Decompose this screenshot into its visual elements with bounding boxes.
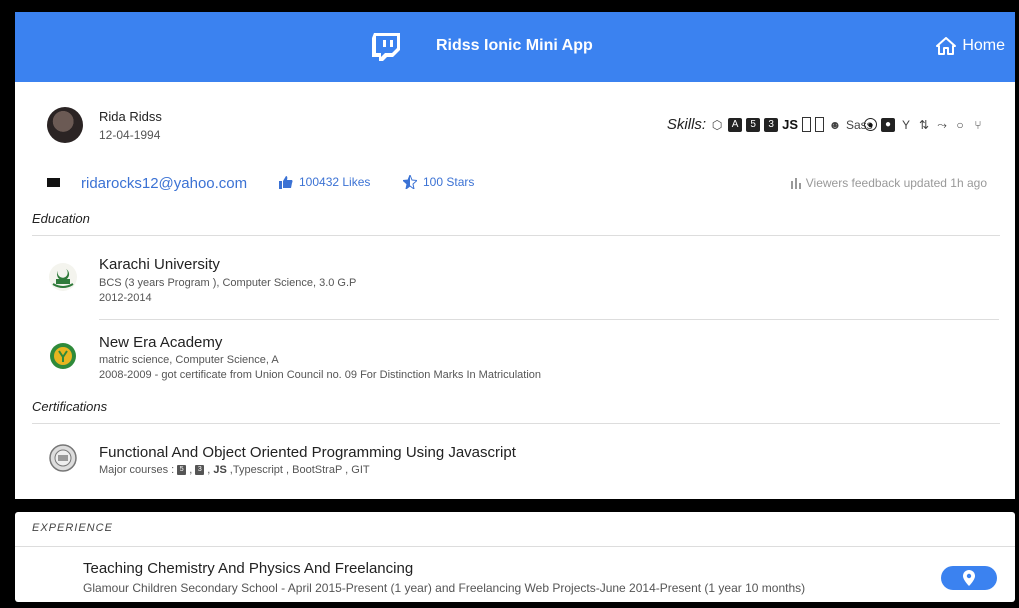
education-item-divider bbox=[99, 319, 999, 320]
courses-label: Major courses : bbox=[99, 464, 175, 476]
skills-label: Skills: bbox=[666, 116, 707, 133]
html5-icon: 5 bbox=[177, 465, 187, 475]
javascript-icon: JS bbox=[782, 116, 798, 132]
star-half-icon bbox=[403, 175, 417, 189]
stats-icon bbox=[790, 178, 801, 189]
angular-icon: A bbox=[728, 117, 743, 132]
certifications-title: Certifications bbox=[32, 399, 108, 414]
education-title: Education bbox=[32, 211, 90, 226]
academy-logo-icon bbox=[50, 343, 76, 369]
sass-icon: Sass bbox=[846, 117, 873, 132]
experience-item-detail: Glamour Children Secondary School - Apri… bbox=[83, 581, 806, 595]
home-button[interactable]: Home bbox=[936, 37, 1005, 55]
github-icon: ● bbox=[881, 117, 895, 132]
git-commit-icon: ○ bbox=[956, 117, 964, 132]
mobile-icon bbox=[802, 117, 811, 132]
experience-item-name: Teaching Chemistry And Physics And Freel… bbox=[83, 560, 414, 577]
feedback-label: Viewers feedback updated 1h ago bbox=[805, 176, 987, 190]
profile-name: Rida Ridss bbox=[99, 109, 162, 124]
git-merge-icon: ⤳ bbox=[937, 117, 947, 132]
profile-dob: 12-04-1994 bbox=[99, 128, 161, 142]
tablet-icon bbox=[815, 117, 824, 132]
git-network-icon: ⑂ bbox=[974, 117, 982, 132]
stars-button[interactable]: 100 Stars bbox=[403, 175, 474, 189]
avatar bbox=[47, 107, 83, 143]
app-title: Ridss Ionic Mini App bbox=[436, 37, 593, 54]
education-item-name: New Era Academy bbox=[99, 334, 223, 351]
contact-row: ridarocks12@yahoo.com 100432 Likes 100 S… bbox=[47, 174, 987, 196]
javascript-icon: JS bbox=[213, 464, 227, 476]
certifications-divider bbox=[32, 423, 1000, 424]
education-item-detail: matric science, Computer Science, A bbox=[99, 354, 279, 366]
likes-label: 100432 Likes bbox=[299, 175, 371, 189]
thumbs-up-icon bbox=[279, 176, 293, 189]
university-logo-icon bbox=[49, 263, 77, 291]
git-compare-icon: ⇅ bbox=[918, 117, 930, 132]
likes-button[interactable]: 100432 Likes bbox=[279, 175, 370, 189]
profile-card: Rida Ridss 12-04-1994 Skills: ⬡ A 5 3 JS ☻ Sas… bbox=[15, 82, 1015, 499]
location-button[interactable] bbox=[941, 566, 997, 590]
reddit-icon: ☻ bbox=[828, 117, 842, 132]
education-item-detail: BCS (3 years Program ), Computer Science… bbox=[99, 277, 357, 289]
home-icon bbox=[936, 37, 957, 55]
css3-icon: 3 bbox=[195, 465, 205, 475]
skills-list: Skills: ⬡ A 5 3 JS ☻ Sass ● ● Y ⇅ ⤳ ○ ⑂ bbox=[667, 116, 985, 133]
experience-divider bbox=[15, 546, 1015, 547]
location-pin-icon bbox=[963, 570, 975, 586]
education-item-years: 2008-2009 - got certificate from Union C… bbox=[99, 369, 542, 381]
courses-tail: ,Typescript , BootStraP , GIT bbox=[229, 464, 370, 476]
certificate-seal-icon bbox=[49, 444, 77, 472]
nodejs-icon: ⬡ bbox=[711, 117, 723, 132]
education-item-name: Karachi University bbox=[99, 256, 220, 273]
certification-item-name: Functional And Object Oriented Programmi… bbox=[99, 444, 516, 461]
email-link[interactable]: ridarocks12@yahoo.com bbox=[81, 175, 247, 192]
mail-icon bbox=[47, 178, 60, 187]
stars-label: 100 Stars bbox=[423, 175, 475, 189]
experience-title: EXPERIENCE bbox=[32, 522, 113, 534]
feedback-status: Viewers feedback updated 1h ago bbox=[790, 176, 987, 190]
ionic-icon: ● bbox=[864, 118, 877, 131]
app-header: Ridss Ionic Mini App Home bbox=[15, 12, 1015, 82]
twitch-icon bbox=[372, 33, 400, 61]
education-item-years: 2012-2014 bbox=[99, 292, 152, 304]
education-divider bbox=[32, 235, 1000, 236]
html5-icon: 5 bbox=[746, 117, 761, 132]
css3-icon: 3 bbox=[764, 117, 779, 132]
experience-card: EXPERIENCE Teaching Chemistry And Physic… bbox=[15, 512, 1015, 602]
home-label: Home bbox=[962, 37, 1005, 54]
git-branch-icon: Y bbox=[901, 117, 910, 132]
certification-courses: Major courses : 5 , 3 , JS ,Typescript ,… bbox=[99, 464, 370, 476]
skills-icons: ⬡ A 5 3 JS ☻ Sass ● ● Y ⇅ ⤳ ○ ⑂ bbox=[710, 117, 985, 132]
